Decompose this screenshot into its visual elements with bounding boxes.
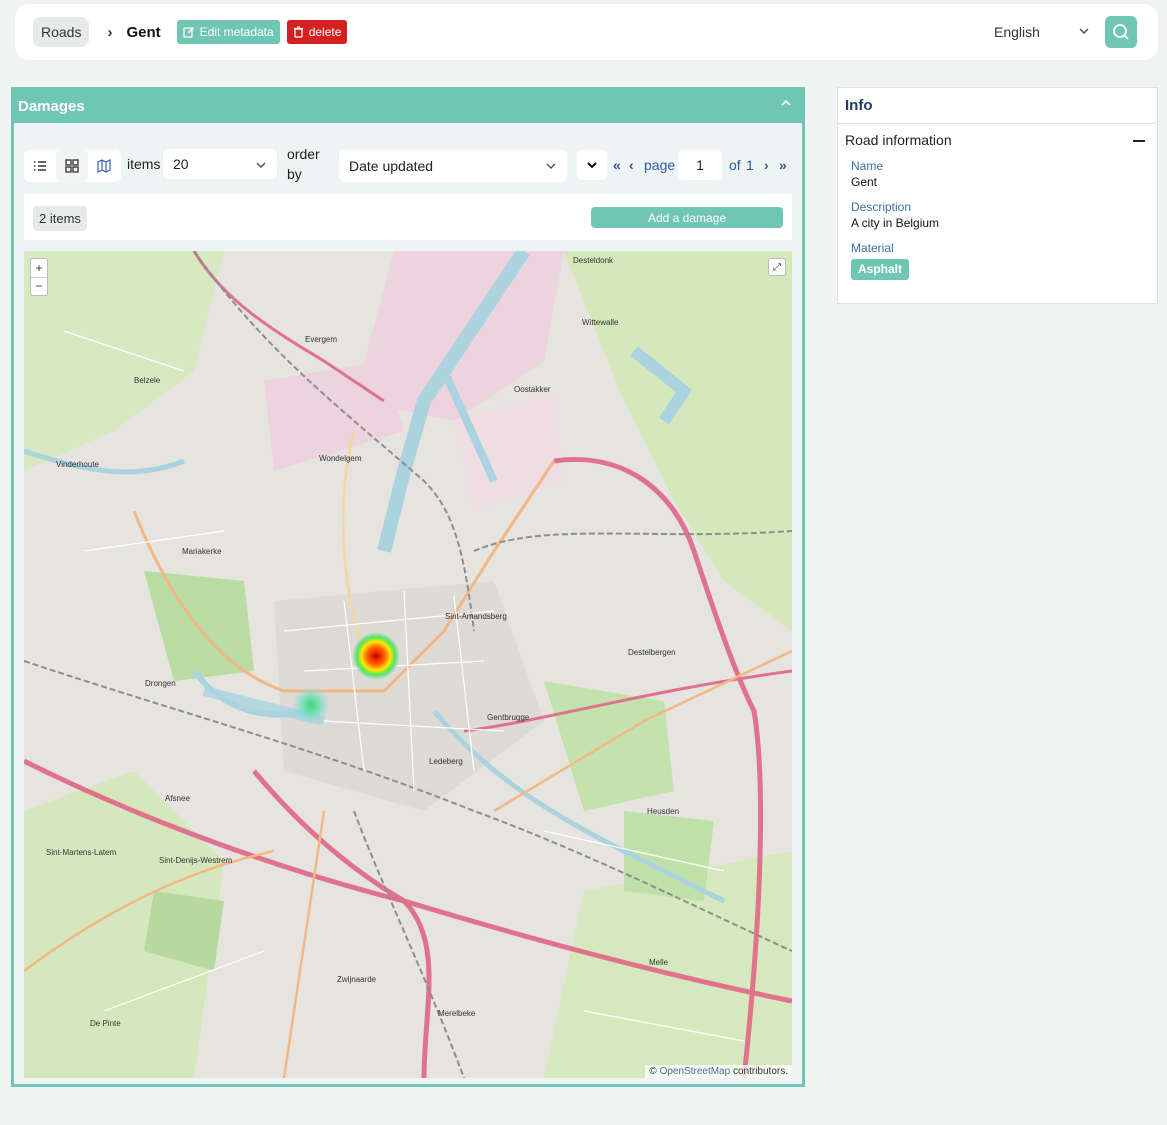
- material-badge: Asphalt: [851, 259, 910, 280]
- damages-map[interactable]: Evergem Belzele Oostakker Wondelgem Mari…: [24, 251, 792, 1078]
- items-count-badge: 2 items: [33, 206, 87, 231]
- collapse-minus-icon[interactable]: [1133, 140, 1145, 142]
- items-per-page-value: 20: [173, 156, 189, 172]
- order-by-value: Date updated: [349, 158, 434, 174]
- map-zoom-control: + −: [30, 258, 48, 296]
- map-label-mariakerke: Mariakerke: [182, 547, 222, 556]
- map-label-wondelgem: Wondelgem: [319, 454, 362, 463]
- items-label: items: [127, 156, 161, 172]
- map-label-oostakker: Oostakker: [514, 385, 551, 394]
- add-damage-button[interactable]: Add a damage: [591, 207, 783, 228]
- search-icon: [1113, 24, 1129, 40]
- view-switcher: [24, 150, 121, 182]
- grid-icon: [65, 159, 79, 173]
- damages-toolbar: items 20 order by Date updated « ‹ page …: [24, 146, 794, 187]
- edit-metadata-label: Edit metadata: [199, 25, 274, 39]
- map-label-de-pinte: De Pinte: [90, 1019, 121, 1028]
- map-label-vinderhoute: Vinderhoute: [56, 460, 100, 469]
- last-page-button[interactable]: »: [779, 157, 787, 173]
- language-value: English: [994, 24, 1040, 40]
- list-view-button[interactable]: [24, 150, 56, 182]
- description-field: Description A city in Belgium: [838, 200, 1157, 230]
- edit-metadata-button[interactable]: Edit metadata: [176, 20, 280, 44]
- name-field: Name Gent: [838, 159, 1157, 189]
- breadcrumb-separator-icon: ›: [107, 23, 113, 41]
- search-button[interactable]: [1105, 16, 1137, 48]
- map-label-afsnee: Afsnee: [165, 794, 190, 803]
- name-label: Name: [851, 159, 884, 173]
- next-page-button[interactable]: ›: [764, 157, 769, 173]
- map-label-merelbeke: Merelbeke: [438, 1009, 476, 1018]
- page-label: page: [644, 157, 676, 173]
- map-attribution: © OpenStreetMap contributors.: [645, 1065, 792, 1078]
- map-label-sint-martens-latem: Sint-Martens-Latem: [46, 848, 117, 857]
- list-icon: [34, 161, 46, 171]
- zoom-in-button[interactable]: +: [31, 259, 47, 278]
- map-label-zwijnaarde: Zwijnaarde: [337, 975, 377, 984]
- info-panel: Info Road information Name Gent Descript…: [837, 87, 1158, 304]
- attribution-suffix: contributors.: [730, 1066, 788, 1077]
- material-label: Material: [851, 241, 894, 255]
- name-value: Gent: [851, 175, 878, 189]
- map-label-belzele: Belzele: [134, 376, 161, 385]
- map-label-sint-denijs-westrem: Sint-Denijs-Westrem: [159, 856, 233, 865]
- map-tiles: Evergem Belzele Oostakker Wondelgem Mari…: [24, 251, 792, 1078]
- map-label-drongen: Drongen: [145, 679, 176, 688]
- damages-panel: Damages items 20 order by Date updated «…: [11, 87, 805, 1087]
- info-title: Info: [838, 88, 1157, 124]
- top-bar: Roads › Gent Edit metadata delete Englis…: [15, 4, 1158, 60]
- page-title: Gent: [126, 23, 161, 41]
- breadcrumb-roads[interactable]: Roads: [33, 17, 90, 47]
- trash-icon: [293, 26, 303, 38]
- map-label-evergem: Evergem: [305, 335, 337, 344]
- order-by-select[interactable]: Date updated: [339, 150, 567, 182]
- fullscreen-icon[interactable]: ⤢: [768, 258, 786, 276]
- material-field: Material Asphalt: [838, 241, 1157, 280]
- zoom-out-button[interactable]: −: [31, 278, 47, 296]
- first-page-button[interactable]: «: [613, 157, 621, 173]
- chevron-down-icon: [546, 163, 556, 170]
- items-per-page-select[interactable]: 20: [163, 149, 277, 179]
- map-label-wittewalle: Wittewalle: [582, 318, 619, 327]
- chevron-down-icon: [256, 162, 266, 169]
- map-label-desteldonk: Desteldonk: [573, 256, 614, 265]
- collapse-icon[interactable]: [780, 98, 792, 108]
- total-pages: 1: [746, 157, 754, 173]
- delete-button[interactable]: delete: [286, 20, 348, 44]
- map-label-gentbrugge: Gentbrugge: [487, 713, 530, 722]
- page-input[interactable]: 1: [678, 150, 722, 180]
- attribution-copyright: ©: [649, 1066, 660, 1077]
- description-label: Description: [851, 200, 912, 214]
- sort-direction-button[interactable]: [577, 150, 607, 180]
- map-view-button[interactable]: [88, 150, 120, 182]
- map-label-sint-amandsberg: Sint-Amandsberg: [445, 612, 507, 621]
- grid-view-button[interactable]: [56, 150, 88, 182]
- map-label-destelbergen: Destelbergen: [628, 648, 676, 657]
- delete-label: delete: [308, 25, 342, 39]
- road-information-title: Road information: [845, 132, 952, 148]
- order-label: order: [287, 146, 320, 162]
- damages-title: Damages: [18, 98, 85, 115]
- map-label-heusden: Heusden: [647, 807, 679, 816]
- edit-icon: [182, 26, 194, 38]
- order-by-label: by: [287, 166, 302, 182]
- road-information-header[interactable]: Road information: [838, 124, 1157, 156]
- prev-page-button[interactable]: ‹: [629, 157, 634, 173]
- openstreetmap-link[interactable]: OpenStreetMap: [660, 1066, 731, 1077]
- map-label-ledeberg: Ledeberg: [429, 757, 463, 766]
- damages-summary-bar: 2 items Add a damage: [24, 194, 792, 240]
- language-select[interactable]: English: [992, 18, 1098, 46]
- description-value: A city in Belgium: [851, 216, 940, 230]
- map-icon: [97, 159, 111, 173]
- map-label-melle: Melle: [649, 958, 669, 967]
- damages-header[interactable]: Damages: [14, 90, 802, 123]
- chevron-down-icon: [587, 162, 597, 169]
- chevron-down-icon: [1079, 28, 1089, 35]
- of-label: of: [729, 157, 741, 173]
